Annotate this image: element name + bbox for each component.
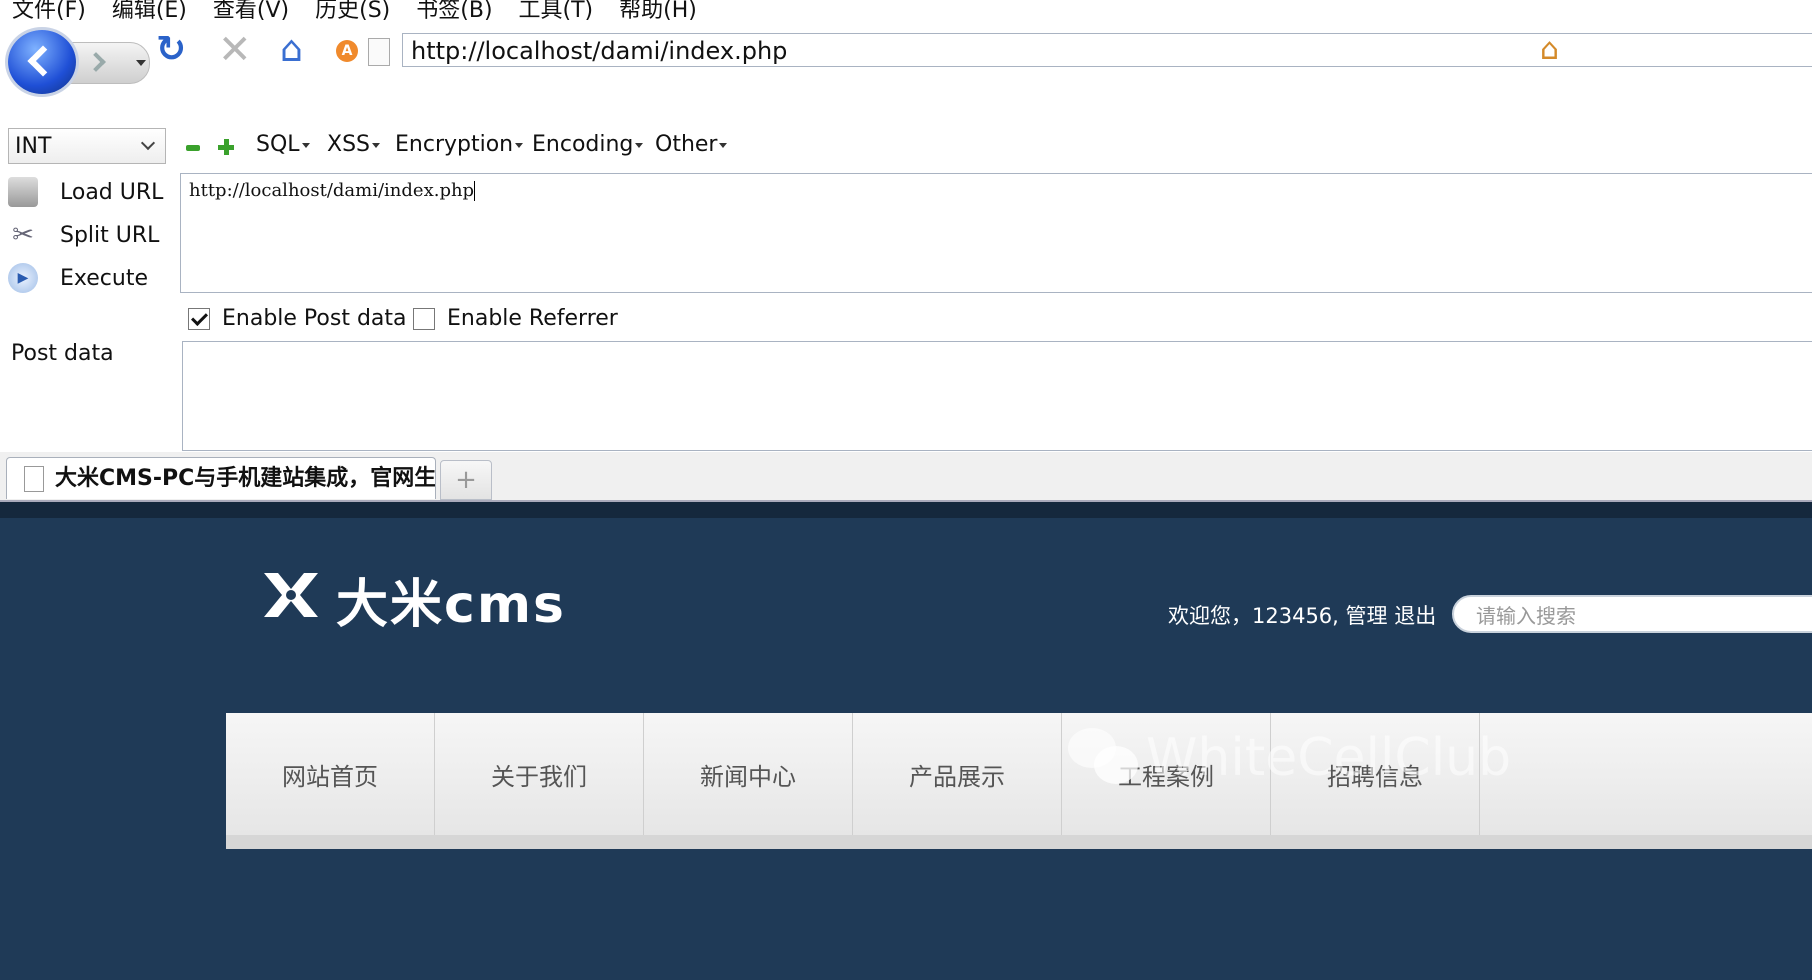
- dropdown-arrow-icon: [301, 142, 310, 148]
- type-select-value: INT: [15, 134, 52, 159]
- load-url-label: Load URL: [60, 179, 164, 205]
- hackbar-url-textarea[interactable]: http://localhost/dami/index.php: [180, 173, 1812, 293]
- menu-help[interactable]: 帮助(H): [619, 0, 697, 23]
- load-url-icon: [8, 177, 38, 207]
- nav-bottom-strip: [226, 835, 1812, 849]
- enable-referrer-label: Enable Referrer: [447, 306, 618, 331]
- tab-page-icon: [24, 466, 44, 492]
- nav-products[interactable]: 产品展示: [853, 713, 1062, 835]
- tab-active[interactable]: 大米CMS-PC与手机建站集成，官网生...: [6, 457, 436, 499]
- wechat-icon: [1068, 728, 1138, 788]
- home-bookmark-icon[interactable]: ⌂: [1540, 30, 1559, 70]
- text-caret: [474, 181, 476, 201]
- back-forward-group: [8, 30, 158, 94]
- menu-xss[interactable]: XSS: [327, 132, 381, 157]
- site-search-input[interactable]: 请输入搜索: [1452, 595, 1812, 633]
- watermark-text: WhiteCellClub: [1146, 728, 1512, 788]
- menu-bar: 文件(F) 编辑(E) 查看(V) 历史(S) 书签(B) 工具(T) 帮助(H…: [0, 0, 711, 23]
- menu-encoding[interactable]: Encoding: [532, 132, 644, 157]
- nav-home[interactable]: 网站首页: [226, 713, 435, 835]
- menu-edit[interactable]: 编辑(E): [112, 0, 187, 23]
- website-top-strip: [0, 502, 1812, 518]
- menu-history[interactable]: 历史(S): [315, 0, 390, 23]
- welcome-text[interactable]: 欢迎您，123456, 管理 退出: [1168, 600, 1436, 630]
- split-url-label: Split URL: [60, 222, 160, 248]
- dropdown-arrow-icon: [635, 142, 644, 148]
- execute-label: Execute: [60, 265, 148, 291]
- new-tab-button[interactable]: +: [440, 460, 492, 500]
- menu-other-label: Other: [655, 132, 718, 157]
- scissors-icon: ✂: [12, 220, 34, 250]
- site-nav: 网站首页 关于我们 新闻中心 产品展示 工程案例 招聘信息: [226, 713, 1812, 835]
- execute-icon: ▶: [8, 263, 38, 293]
- watermark: WhiteCellClub: [1068, 728, 1511, 788]
- back-button[interactable]: [8, 30, 76, 94]
- split-url-button[interactable]: ✂ Split URL: [8, 220, 159, 250]
- addon-icon[interactable]: A: [336, 40, 358, 62]
- enable-referrer-checkbox[interactable]: [413, 307, 435, 330]
- menu-bookmarks[interactable]: 书签(B): [416, 0, 492, 23]
- decrease-icon[interactable]: [186, 145, 200, 151]
- menu-sql-label: SQL: [256, 132, 300, 157]
- post-data-textarea[interactable]: [182, 341, 1812, 451]
- nav-news[interactable]: 新闻中心: [644, 713, 853, 835]
- menu-encryption[interactable]: Encryption: [395, 132, 524, 157]
- site-logo-text[interactable]: 大米cms: [336, 562, 566, 637]
- history-dropdown-icon[interactable]: [136, 60, 146, 66]
- home-icon[interactable]: ⌂: [280, 30, 303, 70]
- type-select[interactable]: INT: [8, 128, 166, 164]
- enable-post-checkbox[interactable]: [188, 307, 210, 330]
- menu-view[interactable]: 查看(V): [213, 0, 289, 23]
- tab-title: 大米CMS-PC与手机建站集成，官网生...: [55, 466, 436, 491]
- increase-icon[interactable]: [218, 139, 234, 155]
- dropdown-arrow-icon: [515, 142, 524, 148]
- chevron-down-icon: [140, 135, 156, 151]
- hackbar-url-text: http://localhost/dami/index.php: [189, 180, 475, 201]
- menu-tools[interactable]: 工具(T): [519, 0, 594, 23]
- enable-post-option: Enable Post data: [188, 306, 407, 331]
- menu-encryption-label: Encryption: [395, 132, 514, 157]
- menu-other[interactable]: Other: [655, 132, 728, 157]
- dropdown-arrow-icon: [372, 142, 381, 148]
- load-url-button[interactable]: Load URL: [8, 177, 163, 207]
- nav-about[interactable]: 关于我们: [435, 713, 644, 835]
- post-data-label: Post data: [11, 341, 114, 366]
- url-bar[interactable]: http://localhost/dami/index.php: [402, 33, 1812, 67]
- menu-xss-label: XSS: [327, 132, 371, 157]
- execute-button[interactable]: ▶ Execute: [8, 263, 148, 293]
- page-icon: [368, 38, 390, 66]
- menu-encoding-label: Encoding: [532, 132, 634, 157]
- menu-sql[interactable]: SQL: [256, 132, 310, 157]
- dami-logo-icon[interactable]: [260, 567, 322, 623]
- enable-referrer-option: Enable Referrer: [413, 306, 618, 331]
- stop-icon[interactable]: ✕: [218, 30, 252, 70]
- dropdown-arrow-icon: [719, 142, 728, 148]
- menu-file[interactable]: 文件(F): [12, 0, 86, 23]
- reload-icon[interactable]: ↻: [156, 30, 186, 70]
- enable-post-label: Enable Post data: [222, 306, 407, 331]
